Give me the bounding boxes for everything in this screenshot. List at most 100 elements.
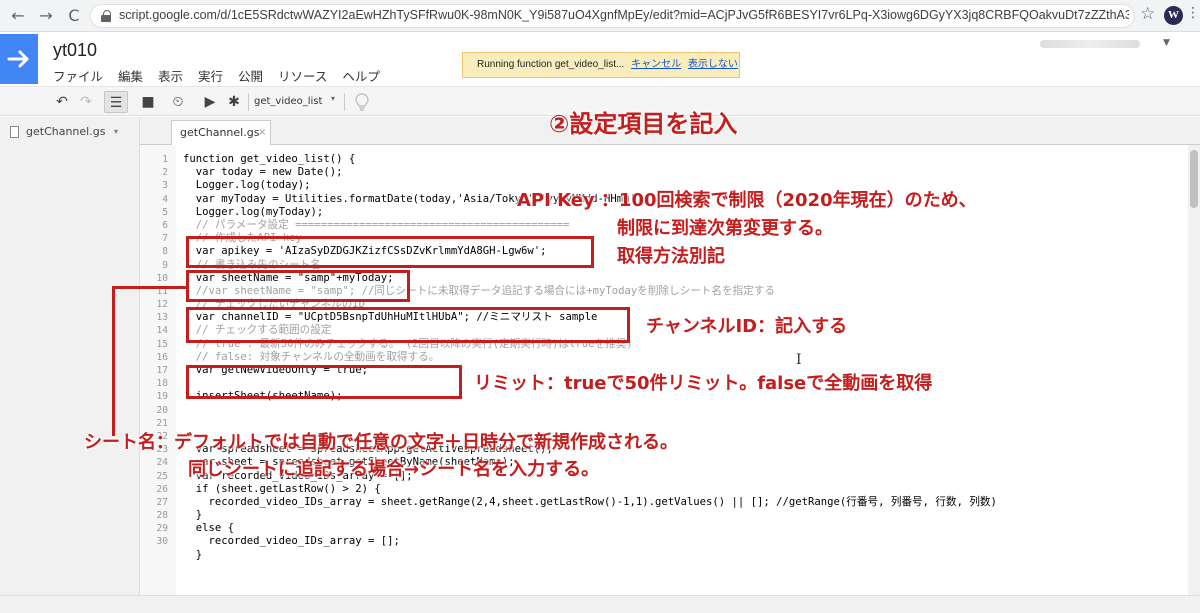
editor-scroll-thumb[interactable] (1190, 150, 1198, 208)
apikey-note-line1: API Key ：100回検索で制限（2020年現在）のため、 (517, 190, 977, 211)
address-bar[interactable]: script.google.com/d/1cE5SRdctwWAZYI2aEwH… (90, 4, 1135, 28)
menu-resources[interactable]: リソース (278, 69, 327, 84)
line-number: 7 (162, 233, 168, 245)
sidebar-file-item[interactable]: getChannel.gs ▾ (0, 122, 135, 142)
apikey-note-line3: 取得方法別記 (617, 246, 725, 267)
dismiss-link[interactable]: 表示しない (688, 59, 738, 70)
code-line[interactable]: function get_video_list() { (183, 153, 997, 166)
code-line[interactable]: var today = new Date(); (183, 166, 997, 179)
menu-bar: ファイル 編集 表示 実行 公開 リソース ヘルプ (53, 66, 391, 85)
menu-file[interactable]: ファイル (53, 69, 103, 84)
sheetname-note-line2: 同じシートに追記する場合→シート名を入力する。 (188, 459, 600, 480)
close-tab-icon[interactable]: × (258, 121, 266, 145)
back-icon[interactable]: ← (8, 6, 28, 26)
reload-icon[interactable]: C (64, 6, 84, 26)
apps-script-logo-icon[interactable] (0, 34, 38, 84)
sidebar-file-name: getChannel.gs (26, 125, 106, 138)
line-number: 4 (162, 193, 168, 205)
line-number: 20 (156, 404, 168, 416)
line-number: 25 (156, 470, 168, 482)
menu-view[interactable]: 表示 (158, 69, 183, 84)
function-select-chevron-icon[interactable]: ▾ (331, 94, 335, 103)
channelid-note: チャンネルID：記入する (646, 316, 848, 337)
line-number: 27 (156, 496, 168, 508)
line-number: 6 (162, 219, 168, 231)
browser-menu-icon[interactable]: ⋮ (1186, 5, 1200, 21)
cancel-link[interactable]: キャンセル (631, 59, 681, 70)
line-number: 15 (156, 338, 168, 350)
lightbulb-icon[interactable] (355, 93, 369, 111)
sheetname-highlight-box (186, 270, 410, 302)
annotation-title: ②設定項目を記入 (549, 110, 738, 138)
browser-chrome: ← → C script.google.com/d/1cE5SRdctwWAZY… (0, 0, 1200, 32)
sheetname-note-line1: シート名：デフォルトでは自動で任意の文字＋日時分で新規作成される。 (84, 432, 678, 453)
line-number: 10 (156, 272, 168, 284)
run-icon[interactable]: ▶ (198, 91, 222, 113)
line-number: 24 (156, 457, 168, 469)
line-number: 26 (156, 483, 168, 495)
limit-note: リミット：trueで50件リミット。falseで全動画を取得 (474, 373, 933, 394)
line-number: 5 (162, 206, 168, 218)
line-number: 30 (156, 536, 168, 548)
line-number: 16 (156, 351, 168, 363)
status-text: Running function get_video_list... (477, 59, 625, 70)
code-line[interactable]: // false: 対象チャンネルの全動画を取得する。 (183, 351, 997, 364)
lock-icon (101, 10, 111, 22)
menu-help[interactable]: ヘルプ (342, 69, 380, 84)
project-title[interactable]: yt010 (53, 40, 97, 61)
code-line[interactable]: recorded_video_IDs_array = sheet.getRang… (183, 496, 997, 509)
line-number: 29 (156, 523, 168, 535)
function-select[interactable]: get_video_list (254, 93, 322, 111)
star-icon[interactable]: ☆ (1140, 4, 1155, 24)
editor-scrollbar[interactable] (1188, 145, 1200, 595)
toolbar-divider (248, 93, 249, 111)
url-text[interactable]: script.google.com/d/1cE5SRdctwWAZYI2aEwH… (119, 8, 1129, 22)
apikey-note-line2: 制限に到達次第変更する。 (617, 218, 833, 239)
sheet-connector-horizontal (112, 286, 188, 289)
line-number: 14 (156, 325, 168, 337)
line-number: 3 (162, 180, 168, 192)
code-line[interactable] (183, 404, 997, 417)
bottom-status-strip (0, 595, 1200, 613)
account-caret-icon[interactable]: ▼ (1163, 38, 1170, 48)
line-number: 1 (162, 154, 168, 165)
redo-icon[interactable]: ↷ (74, 91, 98, 113)
menu-run[interactable]: 実行 (198, 69, 223, 84)
code-line[interactable]: if (sheet.getLastRow() > 2) { (183, 483, 997, 496)
tab-label: getChannel.gs (180, 126, 260, 139)
code-line[interactable]: // パラメータ設定 =============================… (183, 219, 997, 232)
tab-getchannel[interactable]: getChannel.gs × (171, 120, 271, 146)
limit-highlight-box (186, 365, 462, 399)
undo-icon[interactable]: ↶ (50, 91, 74, 113)
code-line[interactable]: } (183, 509, 997, 522)
running-status-toast: Running function get_video_list... キャンセル… (462, 52, 740, 78)
profile-avatar-icon[interactable]: W (1164, 6, 1183, 25)
line-number: 2 (162, 167, 168, 179)
apikey-highlight-box (186, 236, 594, 268)
line-number: 28 (156, 510, 168, 522)
forward-icon[interactable]: → (36, 6, 56, 26)
menu-publish[interactable]: 公開 (238, 69, 263, 84)
line-number: 12 (156, 299, 168, 311)
code-line[interactable]: } (183, 549, 997, 562)
file-sidebar (0, 117, 140, 595)
code-line[interactable]: else { (183, 522, 997, 535)
triggers-clock-icon[interactable]: ⏲ (166, 91, 190, 113)
line-number: 17 (156, 365, 168, 376)
line-number: 9 (162, 259, 168, 271)
toolbar-divider (344, 93, 345, 111)
line-number: 19 (156, 391, 168, 403)
code-text[interactable]: function get_video_list() { var today = … (183, 153, 997, 562)
sheet-connector-vertical (112, 286, 115, 436)
code-line[interactable]: recorded_video_IDs_array = []; (183, 535, 997, 548)
line-numbers: 1 2 3 4 5 6 7 8 9 10 11 12 13 14 15 16 17 18 19 20 21 22 23 24 2… (140, 153, 168, 549)
channelid-highlight-box (186, 307, 630, 343)
menu-edit[interactable]: 編集 (118, 69, 143, 84)
indent-toggle-icon[interactable]: ☰ (104, 91, 128, 113)
file-menu-chevron-icon[interactable]: ▾ (114, 122, 118, 142)
line-number: 8 (162, 246, 168, 258)
save-icon[interactable]: ■ (136, 91, 160, 113)
text-cursor-icon: I (796, 352, 802, 368)
line-number: 13 (156, 312, 168, 324)
debug-bug-icon[interactable]: ✱ (222, 91, 246, 113)
